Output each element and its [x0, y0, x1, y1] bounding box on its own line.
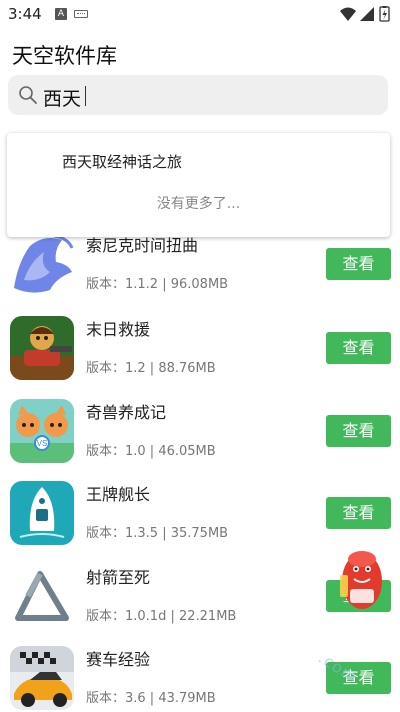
app-meta: 版本：1.2 | 88.76MB: [86, 361, 216, 376]
search-suggestions-dropdown: 西天取经神话之旅 没有更多了...: [7, 133, 390, 237]
app-meta: 版本：1.3.5 | 35.75MB: [86, 526, 229, 541]
view-button[interactable]: 查看: [326, 248, 391, 280]
view-button[interactable]: 查看: [326, 332, 391, 364]
app-meta: 版本：1.1.2 | 96.08MB: [86, 277, 229, 292]
app-icon-ace-captain: [10, 481, 74, 545]
app-icon-doomsday-rescue: [10, 316, 74, 380]
floating-mascot-icon[interactable]: [330, 545, 390, 615]
status-time: 3:44: [8, 5, 42, 23]
search-input[interactable]: 西天: [8, 75, 388, 115]
status-icons: [340, 6, 390, 22]
search-input-value: 西天: [43, 88, 82, 110]
app-meta: 版本：3.6 | 43.79MB: [86, 691, 216, 706]
app-name: 赛车经验: [86, 650, 151, 669]
view-button[interactable]: 查看: [326, 415, 391, 447]
list-item[interactable]: 索尼克时间扭曲 版本：1.1.2 | 96.08MB 查看: [0, 232, 400, 314]
app-meta: 版本：1.0.1d | 22.21MB: [86, 609, 237, 624]
status-bar: 3:44 A: [0, 0, 400, 28]
signal-icon: [360, 7, 374, 21]
view-button[interactable]: 查看: [326, 497, 391, 529]
page-title: 天空软件库: [12, 44, 117, 68]
svg-text:VS: VS: [37, 439, 48, 448]
app-icon-sonic: [10, 232, 74, 296]
notification-a-icon: A: [55, 8, 67, 20]
app-name: 末日救援: [86, 320, 151, 339]
app-name: 射箭至死: [86, 568, 151, 587]
wifi-icon: [340, 7, 356, 21]
list-item[interactable]: 末日救援 版本：1.2 | 88.76MB 查看: [0, 316, 400, 398]
app-name: 奇兽养成记: [86, 403, 167, 422]
no-more-text: 没有更多了...: [156, 196, 241, 212]
app-meta: 版本：1.0 | 46.05MB: [86, 444, 216, 459]
app-icon-beast-raising: VS: [10, 399, 74, 463]
search-icon: [19, 86, 37, 104]
list-item[interactable]: VS 奇兽养成记 版本：1.0 | 46.05MB 查看: [0, 399, 400, 481]
text-caret: [85, 86, 86, 106]
battery-icon: [379, 6, 390, 22]
app-icon-racing: [10, 646, 74, 710]
app-name: 王牌舰长: [86, 485, 151, 504]
suggestion-item[interactable]: 西天取经神话之旅: [62, 151, 182, 172]
app-icon-archery: [10, 564, 74, 628]
keyboard-icon: [74, 10, 88, 18]
